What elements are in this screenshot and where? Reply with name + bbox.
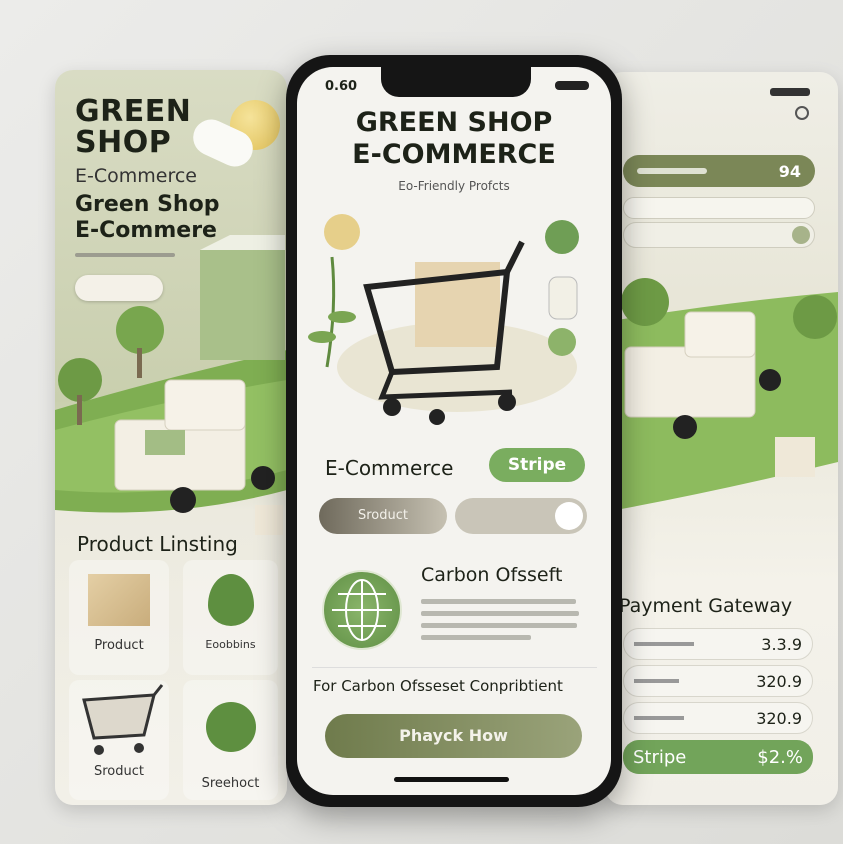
app-title-line1: GREEN SHOP	[355, 107, 553, 138]
sprout-icon	[205, 702, 256, 752]
stripe-value: $2.%	[757, 746, 803, 768]
battery-icon	[555, 81, 589, 90]
pill-placeholder	[637, 168, 707, 174]
info-field[interactable]	[623, 222, 815, 248]
delivery-truck-scene	[55, 235, 287, 535]
phone-device: 0.60 GREEN SHOP E-COMMERCE Eo-Friendly P…	[286, 55, 622, 807]
summary-pill[interactable]: 94	[623, 155, 815, 187]
title-line1: Green Shop	[75, 192, 220, 217]
brand-sub: E-Commerce	[75, 165, 197, 187]
phone-notch	[381, 67, 531, 97]
carbon-offset-description	[421, 599, 581, 647]
settings-icon[interactable]	[795, 106, 809, 120]
ecommerce-label: E-Commerce	[325, 456, 454, 480]
product-tile[interactable]: Sroduct	[69, 680, 169, 800]
right-screen-panel: 94 Payment Gateway 3.3.9 320.9 320.9 Str…	[605, 72, 838, 805]
payment-row[interactable]: 320.9	[623, 702, 813, 734]
heart-icon[interactable]	[555, 502, 583, 530]
section-title: Payment Gateway	[619, 595, 793, 617]
row-label	[634, 716, 684, 720]
app-subtitle: Eo-Friendly Profcts	[398, 179, 510, 193]
box-icon	[88, 574, 150, 626]
row-label	[634, 679, 679, 683]
section-title: Product Linsting	[77, 532, 238, 556]
tile-label: Product	[94, 638, 144, 653]
brand-line2: SHOP	[75, 125, 172, 160]
summary-value: 94	[778, 161, 801, 181]
contribution-label: For Carbon Ofsseset Conpribtient	[313, 677, 563, 695]
row-amount: 320.9	[756, 671, 802, 691]
delivery-truck-scene	[605, 278, 838, 512]
cart-icon	[82, 684, 164, 755]
stripe-row[interactable]: Stripe $2.%	[623, 740, 813, 774]
tile-label: Sroduct	[93, 764, 144, 779]
row-amount: 320.9	[756, 708, 802, 728]
payment-row[interactable]: 3.3.9	[623, 628, 813, 660]
product-tile[interactable]: Eoobbins	[183, 560, 278, 675]
product-tile[interactable]: Sreehoct	[183, 680, 278, 800]
info-field[interactable]	[623, 197, 815, 219]
payment-row[interactable]: 320.9	[623, 665, 813, 697]
carbon-offset-title: Carbon Ofsseft	[421, 564, 563, 586]
product-pill[interactable]: Sroduct	[319, 498, 447, 534]
product-tile[interactable]: Product	[69, 560, 169, 675]
stripe-badge[interactable]: Stripe	[489, 448, 585, 482]
app-title-line2: E-COMMERCE	[352, 139, 556, 170]
divider	[312, 667, 597, 668]
brand-line1: GREEN	[75, 94, 192, 129]
status-icons	[770, 88, 810, 96]
status-time: 0.60	[325, 79, 358, 94]
toggle-knob[interactable]	[792, 226, 810, 244]
phone-screen: 0.60 GREEN SHOP E-COMMERCE Eo-Friendly P…	[297, 67, 611, 795]
shopping-cart-illustration	[308, 214, 579, 425]
home-indicator[interactable]	[394, 777, 509, 782]
left-screen-panel: GREEN SHOP E-Commerce Green Shop E-Comme…	[55, 70, 287, 805]
tile-label: Eoobbins	[205, 638, 256, 651]
row-label	[634, 642, 694, 646]
row-amount: 3.3.9	[761, 634, 802, 654]
cta-button[interactable]: Phayck How	[325, 714, 582, 758]
stripe-label: Stripe	[633, 746, 687, 768]
globe-icon	[322, 570, 402, 650]
search-pill[interactable]	[455, 498, 587, 534]
tile-label: Sreehoct	[201, 776, 260, 791]
leaf-icon	[207, 574, 254, 626]
